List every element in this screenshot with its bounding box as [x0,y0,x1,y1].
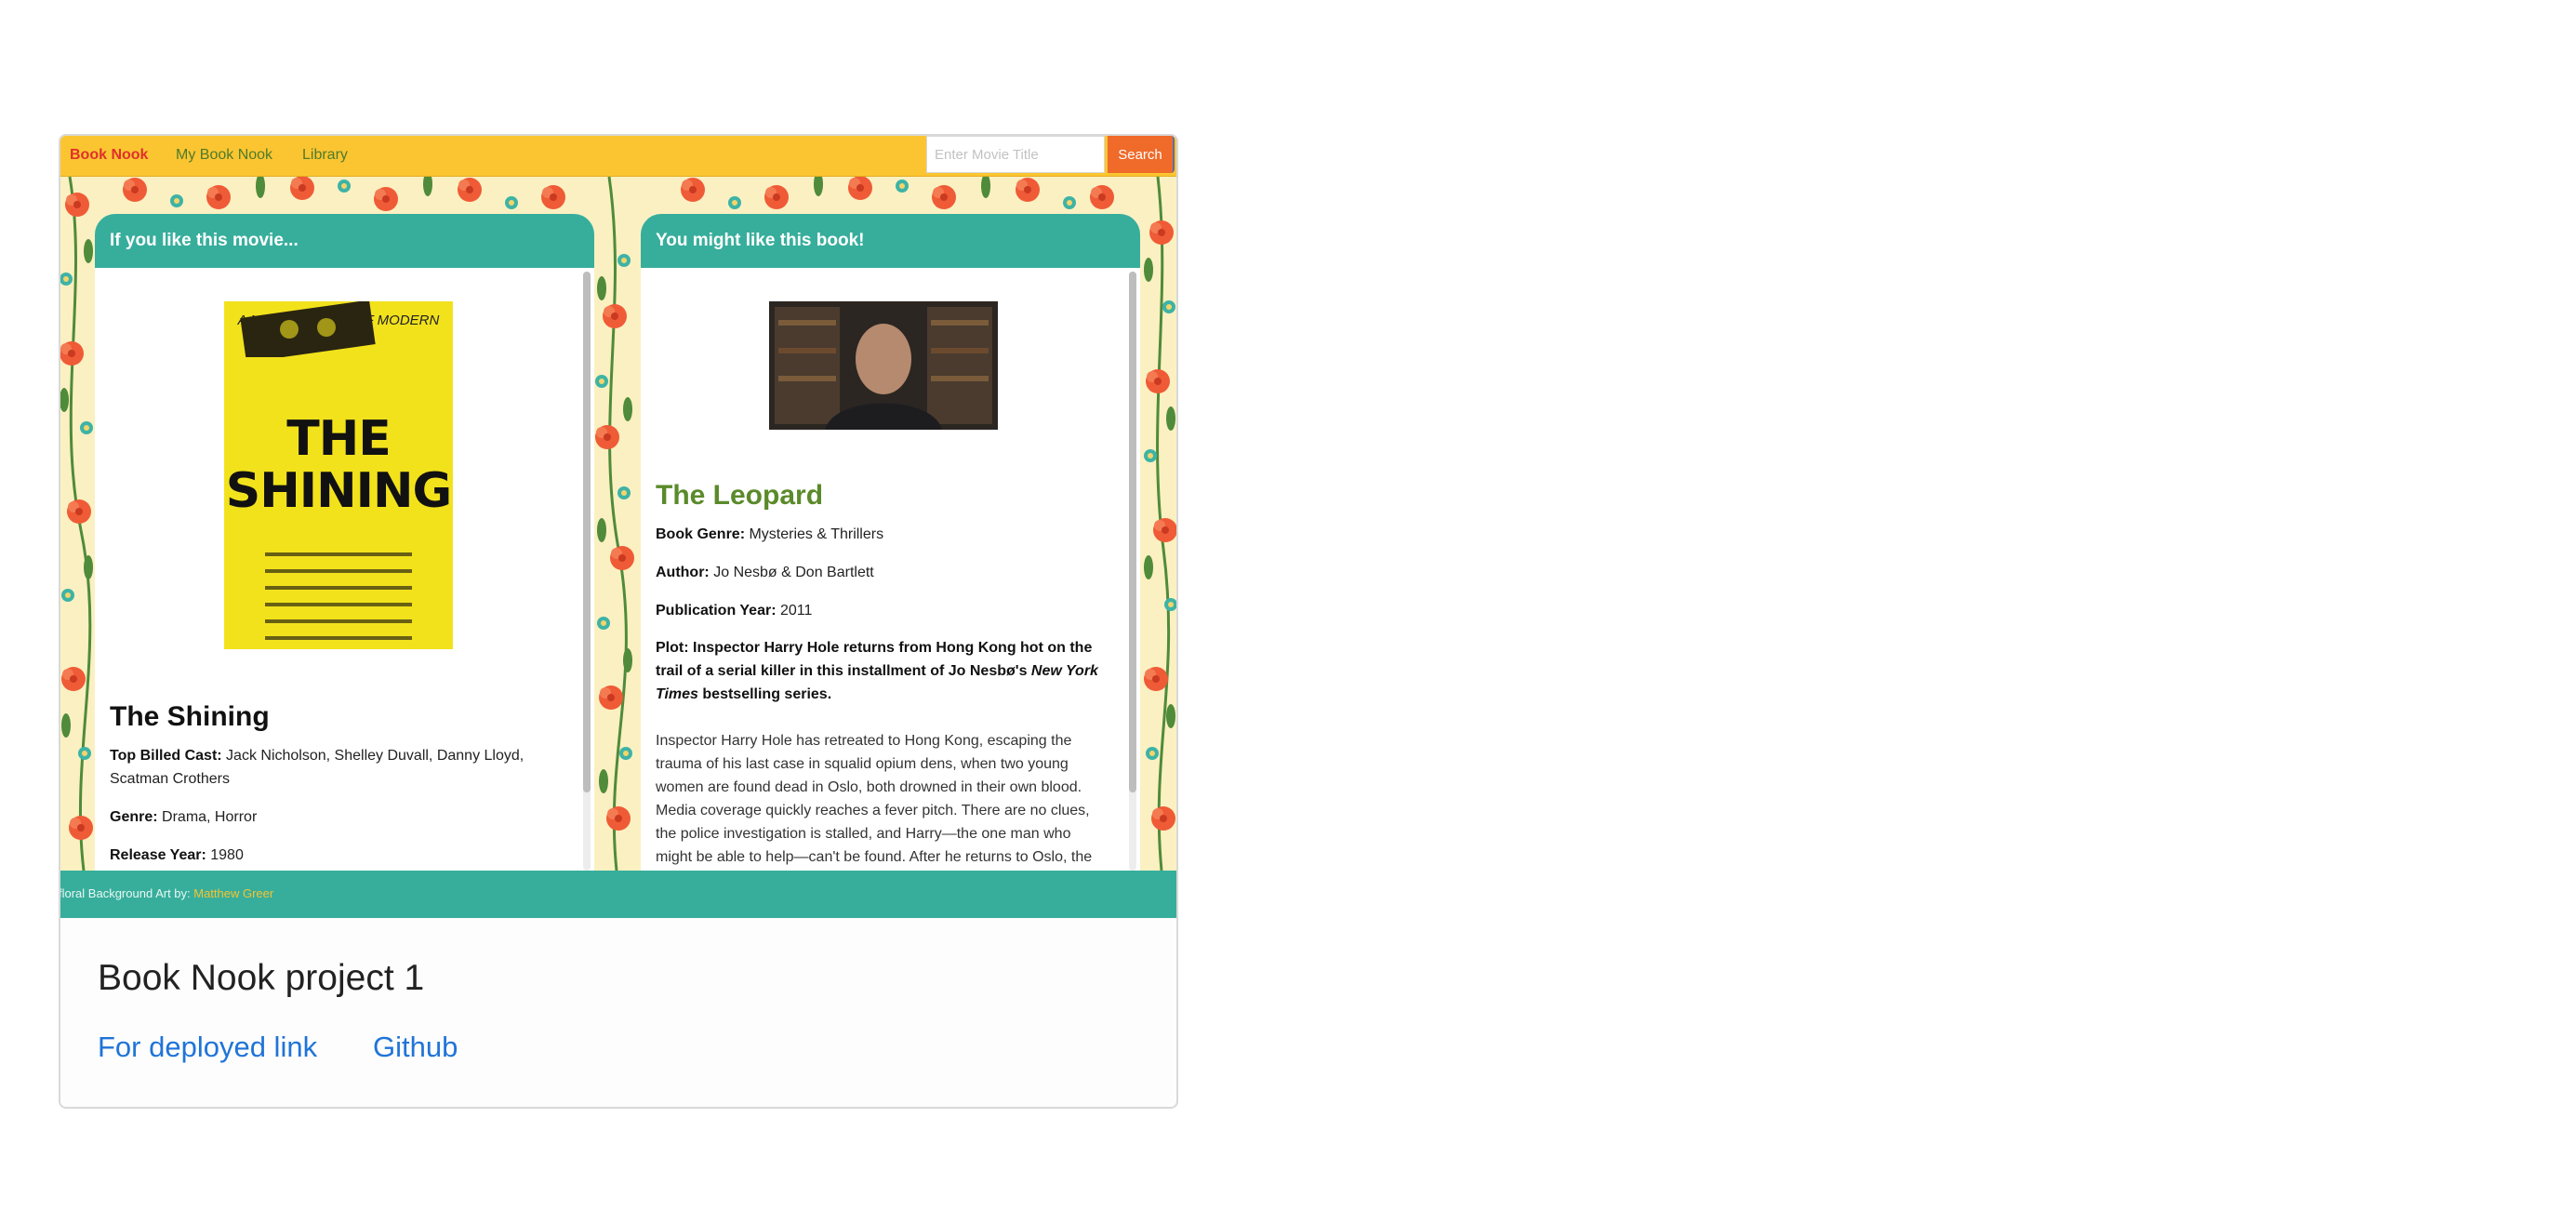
plot-prefix: Plot: Inspector Harry Hole returns from … [656,640,1093,679]
publication-year-value: 2011 [779,603,813,619]
background-credit: floral Background Art by: Matthew Greer [59,886,273,900]
movie-genre: Genre: Drama, Horror [110,805,547,829]
github-link[interactable]: Github [373,1031,458,1064]
footer-bar: floral Background Art by: Matthew Greer [60,871,1176,918]
nav-link-my-book-nook[interactable]: My Book Nook [176,147,272,164]
poster-face-art [240,301,376,357]
movie-card-header: If you like this movie... [95,214,594,268]
movie-title: The Shining [110,701,270,732]
nav-link-library[interactable]: Library [302,147,348,164]
author-photo [769,301,998,430]
floral-background: If you like this movie... A MASTERPIECE … [60,177,1176,871]
brand-link[interactable]: Book Nook [70,147,148,164]
book-card-scroll-thumb[interactable] [1129,272,1136,792]
book-plot-summary: Plot: Inspector Harry Hole returns from … [656,636,1102,706]
movie-release-year: Release Year: 1980 [110,844,547,867]
book-genre: Book Genre: Mysteries & Thrillers [656,523,1093,546]
project-title: Book Nook project 1 [98,958,425,998]
genre-label: Genre: [110,809,158,825]
book-card-scrollbar[interactable] [1129,272,1136,871]
publication-year-label: Publication Year: [656,603,777,619]
deployed-link[interactable]: For deployed link [98,1031,317,1064]
movie-card: If you like this movie... A MASTERPIECE … [95,214,594,871]
book-genre-value: Mysteries & Thrillers [749,526,884,542]
author-value: Jo Nesbø & Don Bartlett [713,565,874,580]
movie-card-scrollbar[interactable] [583,272,591,871]
book-genre-label: Book Genre: [656,526,746,542]
release-year-label: Release Year: [110,847,206,863]
cast-label: Top Billed Cast: [110,748,222,764]
book-publication-year: Publication Year: 2011 [656,599,1093,622]
author-photo-image [769,301,998,430]
author-label: Author: [656,565,710,580]
credit-artist-link[interactable]: Matthew Greer [193,886,273,900]
book-author: Author: Jo Nesbø & Don Bartlett [656,561,1093,584]
movie-card-scroll-thumb[interactable] [583,272,591,792]
plot-suffix: bestselling series. [697,686,832,702]
movie-card-body: A MASTERPIECE OF MODERN HORROR THE SHINI… [95,268,594,871]
book-card-body: The Leopard Book Genre: Mysteries & Thri… [641,268,1140,871]
movie-search-input[interactable] [926,136,1105,173]
release-year-value: 1980 [210,847,244,863]
poster-title: THE SHINING [225,411,452,519]
book-card: You might like this book! The Leopard Bo… [641,214,1140,871]
book-card-header: You might like this book! [641,214,1140,268]
genre-value: Drama, Horror [162,809,258,825]
navbar: Book Nook My Book Nook Library Search [60,136,1176,177]
book-title: The Leopard [656,480,824,511]
app-frame: Book Nook My Book Nook Library Search [59,134,1178,1109]
book-plot-text: Inspector Harry Hole has retreated to Ho… [656,733,1093,865]
movie-cast: Top Billed Cast: Jack Nicholson, Shelley… [110,744,547,791]
search-button[interactable]: Search [1108,136,1175,173]
poster-credits-block [265,552,412,649]
credit-prefix: floral Background Art by: [59,886,194,900]
movie-poster: A MASTERPIECE OF MODERN HORROR THE SHINI… [224,301,453,649]
